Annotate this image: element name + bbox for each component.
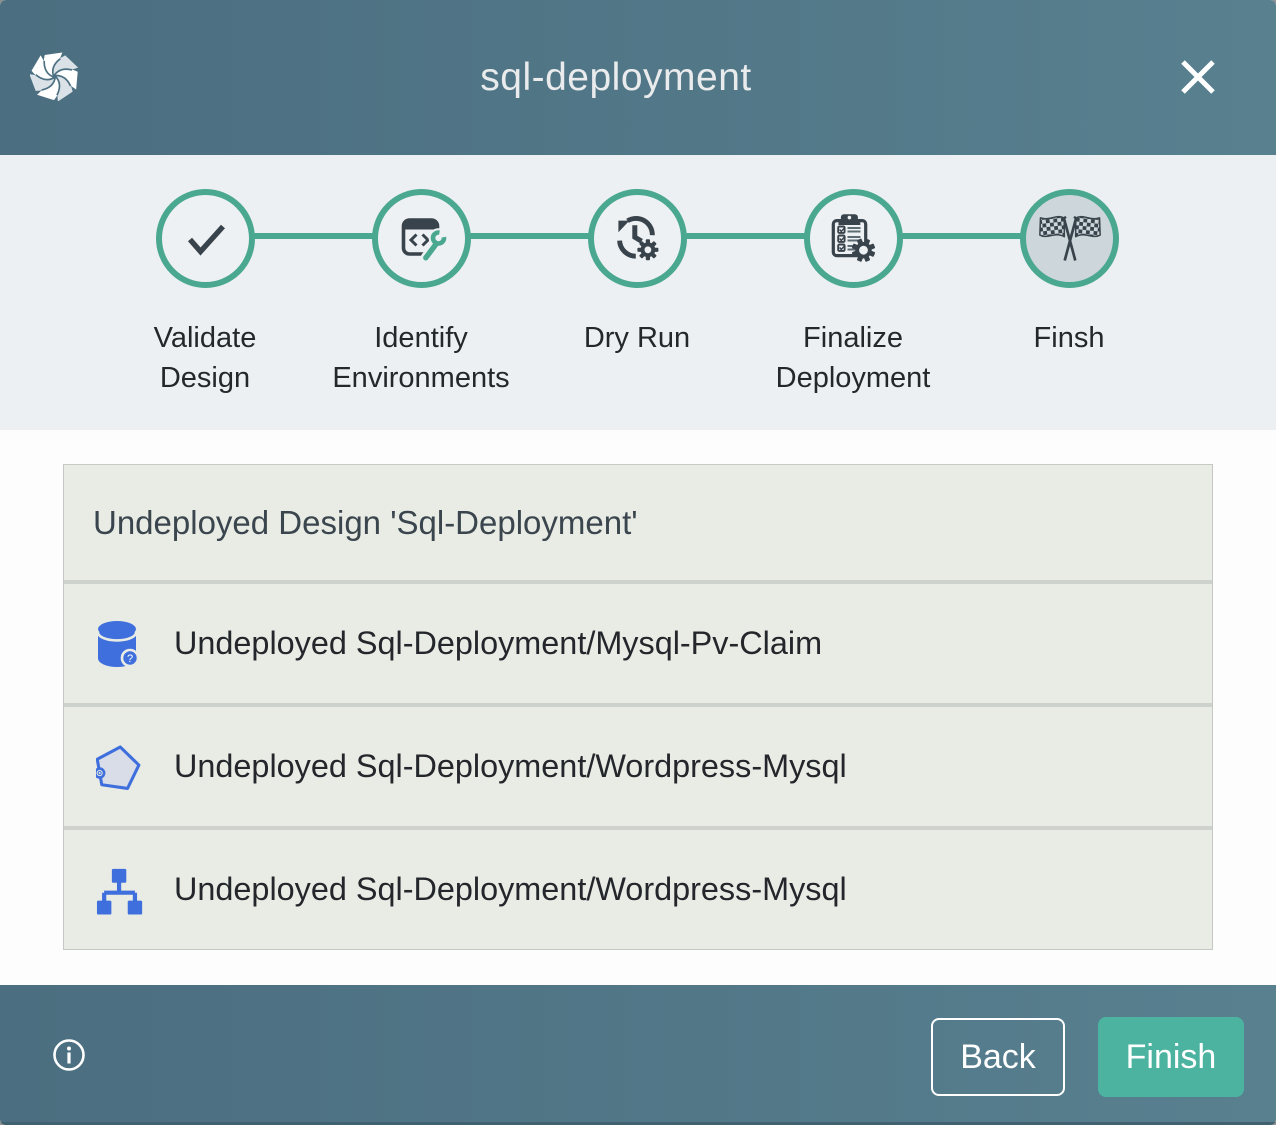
svg-text:?: ? xyxy=(127,653,133,665)
